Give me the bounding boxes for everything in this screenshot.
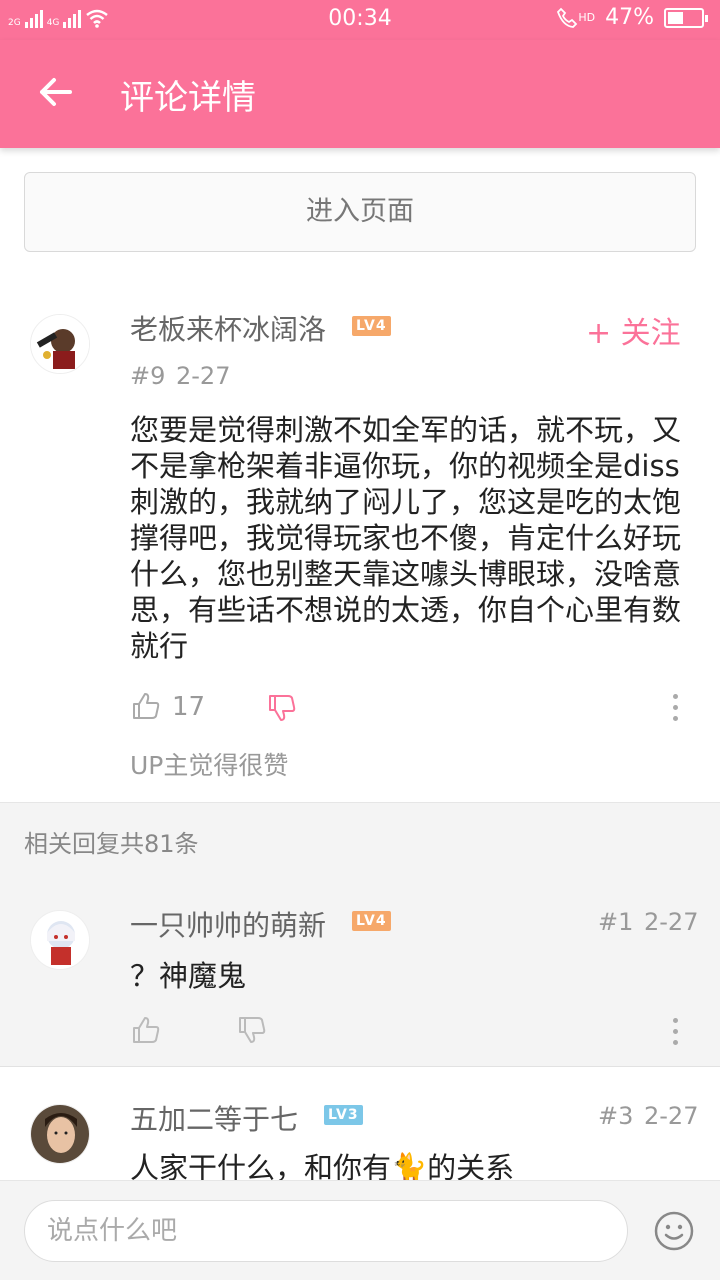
battery-level (668, 11, 683, 24)
hd-label: HD (578, 11, 596, 24)
call-icon: HD (556, 7, 595, 29)
reply-floor: #3 (598, 1102, 634, 1130)
avatar[interactable] (30, 1104, 90, 1164)
reply-content: ？神魔鬼 (130, 959, 247, 993)
enter-page-button[interactable]: 进入页面 (24, 172, 696, 252)
more-vertical-icon[interactable] (673, 694, 679, 721)
avatar[interactable] (30, 910, 90, 970)
app-bar: 评论详情 (0, 40, 720, 148)
reply-date: 2-27 (644, 908, 699, 936)
level-badge: LV4 (352, 316, 391, 336)
comment-username[interactable]: 老板来杯冰阔洛 (130, 308, 326, 348)
up-note: UP主觉得很赞 (130, 751, 289, 780)
reply-username[interactable]: 一只帅帅的萌新 (130, 904, 326, 944)
like-count: 17 (172, 692, 206, 722)
comment-floor: #9 (130, 362, 166, 390)
level-badge: LV3 (324, 1105, 363, 1125)
status-right: HD 47% (556, 5, 708, 30)
avatar[interactable] (30, 314, 90, 374)
comment-content: 您要是觉得刺激不如全军的话，就不玩，又不是拿枪架着非逼你玩，你的视频全是diss… (130, 413, 682, 663)
comment-date: 2-27 (176, 362, 231, 390)
divider (0, 1066, 720, 1067)
more-vertical-icon[interactable] (673, 1018, 679, 1045)
thumbs-down-icon[interactable] (266, 692, 298, 728)
emoji-icon[interactable] (654, 1211, 694, 1251)
thumbs-down-icon[interactable] (236, 1014, 268, 1050)
reply-date: 2-27 (644, 1102, 699, 1130)
reply-username[interactable]: 五加二等于七 (130, 1098, 298, 1138)
back-arrow-icon[interactable] (36, 72, 76, 112)
comment-input[interactable] (24, 1200, 628, 1262)
battery-percent: 47% (605, 5, 654, 30)
related-count: 相关回复共81条 (24, 830, 199, 858)
level-badge: LV4 (352, 911, 391, 931)
follow-button[interactable]: + 关注 (586, 308, 681, 352)
page-title: 评论详情 (120, 78, 256, 118)
status-bar: 2G 4G 00:34 HD 47% (0, 0, 720, 40)
reply-floor: #1 (598, 908, 634, 936)
thumbs-up-icon[interactable] (130, 1014, 162, 1050)
thumbs-up-icon[interactable] (130, 690, 162, 726)
battery-icon (664, 7, 708, 28)
